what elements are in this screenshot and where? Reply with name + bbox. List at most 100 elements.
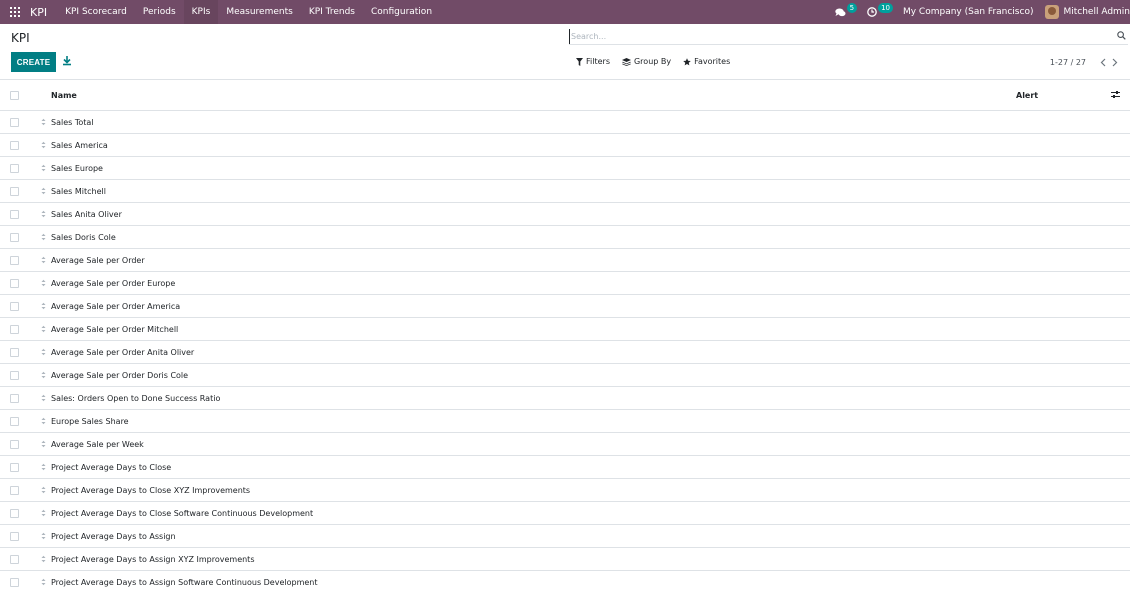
row-name: Average Sale per Week [51, 439, 144, 449]
search-icon[interactable] [1117, 31, 1126, 43]
table-row[interactable]: Europe Sales Share [0, 410, 1130, 433]
row-name: Average Sale per Order Europe [51, 278, 176, 288]
drag-handle-icon[interactable] [41, 233, 46, 244]
table-row[interactable]: Average Sale per Week [0, 433, 1130, 456]
drag-handle-icon[interactable] [41, 210, 46, 221]
row-checkbox[interactable] [10, 324, 19, 334]
drag-handle-icon[interactable] [41, 325, 46, 336]
create-button[interactable]: CREATE [11, 52, 56, 72]
drag-handle-icon[interactable] [41, 141, 46, 152]
table-row[interactable]: Sales Total [0, 111, 1130, 134]
drag-handle-icon[interactable] [41, 463, 46, 474]
menu-kpi-trends[interactable]: KPI Trends [301, 0, 363, 24]
company-switcher[interactable]: My Company (San Francisco) [903, 7, 1033, 17]
chevron-right-icon[interactable] [1110, 57, 1120, 67]
row-checkbox[interactable] [10, 255, 19, 265]
star-icon [683, 57, 691, 65]
group-by-toggle[interactable]: Group By [621, 57, 671, 66]
top-navbar: KPI KPI Scorecard Periods KPIs Measureme… [0, 0, 1130, 24]
table-row[interactable]: Average Sale per Order Europe [0, 272, 1130, 295]
drag-handle-icon[interactable] [41, 302, 46, 313]
messages-button[interactable]: 5 [834, 0, 858, 24]
drag-handle-icon[interactable] [41, 555, 46, 566]
row-checkbox[interactable] [10, 347, 19, 357]
row-checkbox[interactable] [10, 209, 19, 219]
row-checkbox[interactable] [10, 439, 19, 449]
row-checkbox[interactable] [10, 577, 19, 587]
table-row[interactable]: Sales Mitchell [0, 180, 1130, 203]
table-row[interactable]: Project Average Days to Assign XYZ Impro… [0, 548, 1130, 571]
table-row[interactable]: Project Average Days to Close [0, 456, 1130, 479]
drag-handle-icon[interactable] [41, 279, 46, 290]
drag-handle-icon[interactable] [41, 256, 46, 267]
row-checkbox[interactable] [10, 186, 19, 196]
apps-menu-icon[interactable] [4, 0, 26, 24]
row-name: Project Average Days to Assign [51, 531, 176, 541]
row-checkbox[interactable] [10, 278, 19, 288]
search-bar [569, 29, 1128, 45]
menu-kpi-scorecard[interactable]: KPI Scorecard [57, 0, 135, 24]
table-row[interactable]: Average Sale per Order Mitchell [0, 318, 1130, 341]
row-checkbox[interactable] [10, 531, 19, 541]
optional-columns-icon[interactable] [1111, 90, 1120, 102]
row-checkbox[interactable] [10, 370, 19, 380]
menu-periods[interactable]: Periods [135, 0, 184, 24]
activities-button[interactable]: 10 [867, 0, 893, 24]
row-checkbox[interactable] [10, 462, 19, 472]
table-row[interactable]: Average Sale per Order [0, 249, 1130, 272]
row-checkbox[interactable] [10, 232, 19, 242]
drag-handle-icon[interactable] [41, 532, 46, 543]
row-name: Sales Anita Oliver [51, 209, 122, 219]
user-menu[interactable]: Mitchell Admin [1045, 5, 1130, 19]
row-checkbox[interactable] [10, 485, 19, 495]
drag-handle-icon[interactable] [41, 509, 46, 520]
table-row[interactable]: Average Sale per Order America [0, 295, 1130, 318]
row-checkbox[interactable] [10, 416, 19, 426]
row-checkbox[interactable] [10, 163, 19, 173]
table-row[interactable]: Sales Europe [0, 157, 1130, 180]
drag-handle-icon[interactable] [41, 486, 46, 497]
row-checkbox[interactable] [10, 554, 19, 564]
favorites-toggle[interactable]: Favorites [683, 57, 730, 66]
filters-toggle[interactable]: Filters [576, 57, 610, 66]
drag-handle-icon[interactable] [41, 417, 46, 428]
table-row[interactable]: Sales: Orders Open to Done Success Ratio [0, 387, 1130, 410]
drag-handle-icon[interactable] [41, 348, 46, 359]
download-icon[interactable] [62, 55, 72, 67]
table-row[interactable]: Average Sale per Order Anita Oliver [0, 341, 1130, 364]
row-checkbox[interactable] [10, 508, 19, 518]
activities-count-badge: 10 [878, 3, 893, 13]
row-checkbox[interactable] [10, 117, 19, 127]
table-row[interactable]: Project Average Days to Assign [0, 525, 1130, 548]
row-checkbox[interactable] [10, 140, 19, 150]
app-brand[interactable]: KPI [30, 6, 47, 19]
drag-handle-icon[interactable] [41, 394, 46, 405]
menu-measurements[interactable]: Measurements [218, 0, 300, 24]
drag-handle-icon[interactable] [41, 164, 46, 175]
menu-configuration[interactable]: Configuration [363, 0, 440, 24]
table-row[interactable]: Sales America [0, 134, 1130, 157]
search-options: Filters Group By Favorites [576, 57, 742, 66]
drag-handle-icon[interactable] [41, 440, 46, 451]
drag-handle-icon[interactable] [41, 578, 46, 589]
drag-handle-icon[interactable] [41, 371, 46, 382]
row-checkbox[interactable] [10, 393, 19, 403]
column-header-name[interactable]: Name [51, 91, 77, 100]
chevron-left-icon[interactable] [1098, 57, 1108, 67]
table-row[interactable]: Project Average Days to Close Software C… [0, 502, 1130, 525]
messages-count-badge: 5 [846, 3, 858, 13]
table-row[interactable]: Project Average Days to Close XYZ Improv… [0, 479, 1130, 502]
menu-kpis[interactable]: KPIs [183, 0, 219, 24]
drag-handle-icon[interactable] [41, 118, 46, 129]
row-name: Sales Mitchell [51, 186, 106, 196]
select-all-checkbox[interactable] [10, 90, 19, 100]
table-row[interactable]: Average Sale per Order Doris Cole [0, 364, 1130, 387]
row-checkbox[interactable] [10, 301, 19, 311]
column-header-alert[interactable]: Alert [1016, 91, 1038, 100]
search-input[interactable] [569, 29, 1109, 44]
drag-handle-icon[interactable] [41, 187, 46, 198]
table-row[interactable]: Project Average Days to Assign Software … [0, 571, 1130, 592]
table-row[interactable]: Sales Anita Oliver [0, 203, 1130, 226]
table-row[interactable]: Sales Doris Cole [0, 226, 1130, 249]
pager-value[interactable]: 1-27 / 27 [1050, 58, 1086, 67]
